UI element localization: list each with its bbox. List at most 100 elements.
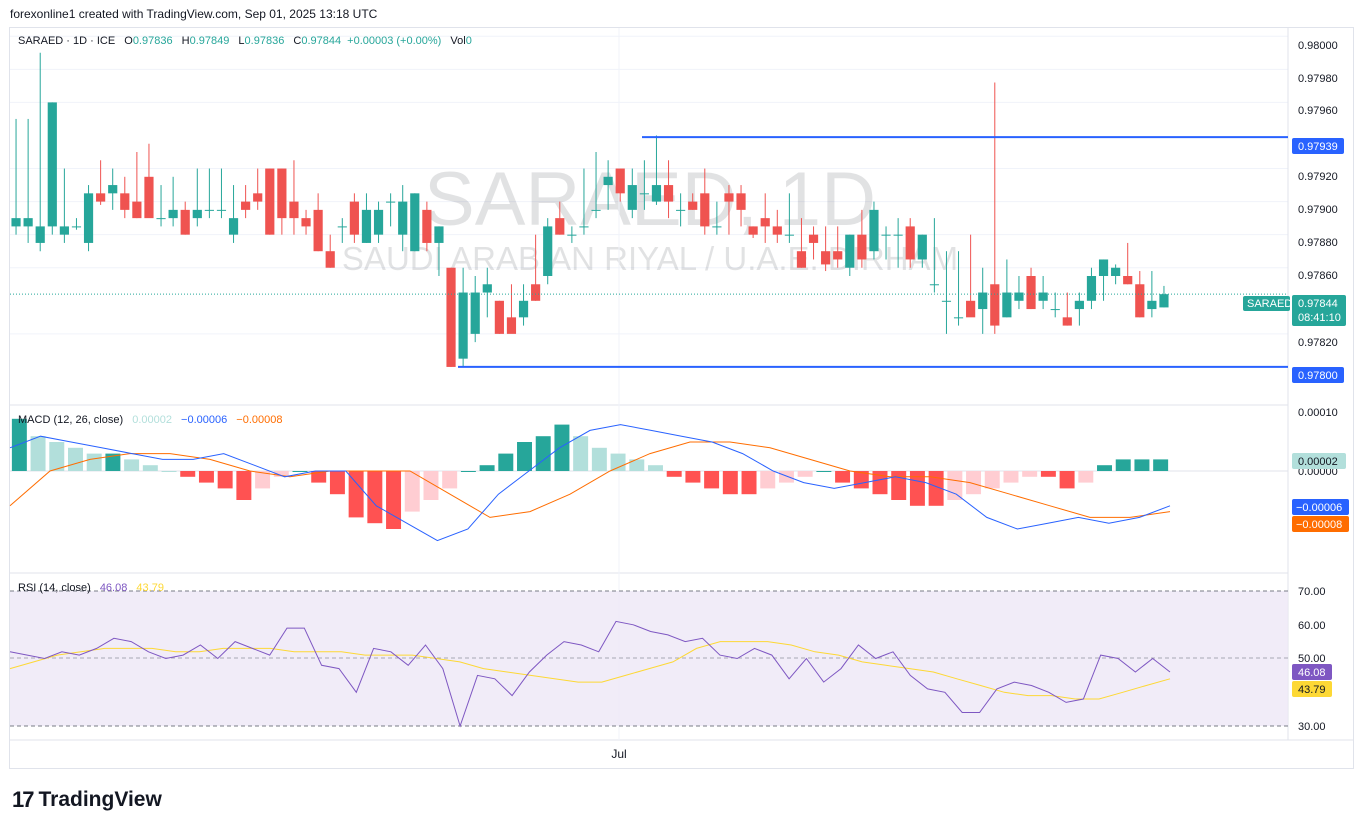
candle-body xyxy=(373,209,384,235)
macd-hist-bar xyxy=(460,471,476,472)
candle-body xyxy=(410,193,420,252)
legend-low: 0.97836 xyxy=(244,35,285,47)
candle-body xyxy=(772,226,782,235)
legend-symbol[interactable]: SARAED · 1D · ICE xyxy=(18,35,115,47)
candle-body xyxy=(760,218,770,227)
candle xyxy=(204,168,214,219)
macd-hist-bar xyxy=(835,471,851,483)
candle xyxy=(1014,276,1024,310)
candle xyxy=(132,152,142,219)
candle-body xyxy=(603,176,613,186)
macd-hist-bar xyxy=(704,471,720,489)
candle-body xyxy=(869,209,879,252)
legend-change: +0.00003 (+0.00%) xyxy=(347,35,442,47)
candle-body xyxy=(108,185,118,194)
candle-body xyxy=(893,234,903,236)
candle-body xyxy=(494,300,504,334)
candle-body xyxy=(59,226,69,235)
current-symbol: SARAED xyxy=(1247,298,1292,310)
macd-hist-bar xyxy=(535,436,551,471)
legend-open: 0.97836 xyxy=(132,35,173,47)
rsi-ma-value: 43.79 xyxy=(1298,684,1326,696)
macd-hist-bar xyxy=(909,471,925,506)
candle-body xyxy=(361,209,372,243)
main-legend[interactable]: SARAED · 1D · ICE O0.97836 H0.97849 L0.9… xyxy=(18,35,478,47)
macd-hist-bar xyxy=(404,471,420,512)
rsi-value: 46.08 xyxy=(1298,667,1326,679)
macd-hist-bar xyxy=(180,471,196,477)
macd-hist-bar xyxy=(1097,465,1112,471)
macd-hist-bar xyxy=(442,471,458,489)
countdown: 08:41:10 xyxy=(1298,312,1341,324)
candle xyxy=(506,284,517,334)
rsi-legend-ma: 43.79 xyxy=(136,582,164,594)
candle-body xyxy=(712,226,722,228)
candle xyxy=(192,168,202,227)
candle xyxy=(373,201,384,243)
candle xyxy=(1074,292,1084,326)
level-label-top: 0.97939 xyxy=(1298,141,1338,153)
watermark-symbol: SARAED, 1D xyxy=(424,157,876,242)
macd-legend-label[interactable]: MACD (12, 26, close) xyxy=(18,414,123,426)
candle-body xyxy=(1050,309,1060,311)
candle-body xyxy=(784,234,794,236)
macd-hist-bar xyxy=(610,453,626,471)
candle-body xyxy=(71,226,82,228)
candle-body xyxy=(796,251,807,268)
macd-hist-bar xyxy=(498,453,514,471)
candle-body xyxy=(120,193,130,210)
candle-body xyxy=(651,185,662,202)
candle xyxy=(361,193,372,243)
macd-hist-bar xyxy=(68,447,83,471)
candle-body xyxy=(941,300,952,302)
candle-body xyxy=(748,226,758,235)
candle xyxy=(1123,242,1133,285)
candle-body xyxy=(216,209,227,211)
candle-body xyxy=(1074,300,1084,310)
macd-hist-bar xyxy=(1059,471,1075,489)
macd-hist-bar xyxy=(236,471,252,500)
candle-body xyxy=(881,234,891,236)
current-price: 0.97844 xyxy=(1298,298,1338,310)
macd-tick: 0.00010 xyxy=(1298,407,1338,419)
macd-signal-value: −0.00008 xyxy=(1296,519,1342,531)
macd-hist-bar xyxy=(49,442,65,471)
candle-body xyxy=(736,193,746,210)
candle-body xyxy=(35,226,45,243)
candle xyxy=(83,185,94,252)
price-tick: 0.98000 xyxy=(1298,40,1338,52)
legend-low-label: L xyxy=(238,35,245,47)
candle-body xyxy=(1159,294,1169,308)
macd-hist-bar xyxy=(741,471,757,495)
candle-body xyxy=(639,193,649,195)
candle-body xyxy=(953,317,964,319)
tradingview-logo[interactable]: 17 TradingView xyxy=(12,787,162,813)
candle-body xyxy=(700,193,710,227)
candle-body xyxy=(591,209,601,211)
macd-hist-bar xyxy=(423,471,439,500)
rsi-tick: 30.00 xyxy=(1298,721,1326,733)
macd-hist-bar xyxy=(648,465,663,471)
macd-hist-bar xyxy=(11,418,27,471)
macd-hist-bar xyxy=(30,436,46,471)
macd-legend[interactable]: MACD (12, 26, close) 0.00002 −0.00006 −0… xyxy=(18,414,288,426)
candle-body xyxy=(531,284,541,301)
candle xyxy=(494,300,504,334)
candle xyxy=(241,185,251,219)
rsi-legend-label[interactable]: RSI (14, close) xyxy=(18,582,91,594)
macd-hist-bar xyxy=(947,471,963,500)
candle-body xyxy=(11,218,21,227)
candle-body xyxy=(978,292,988,310)
candle xyxy=(96,160,106,205)
rsi-legend[interactable]: RSI (14, close) 46.08 43.79 xyxy=(18,582,170,594)
candle-body xyxy=(857,234,867,260)
candle-body xyxy=(966,300,976,318)
legend-close: 0.97844 xyxy=(301,35,342,47)
rsi-legend-value: 46.08 xyxy=(99,582,128,594)
price-tick: 0.97820 xyxy=(1298,337,1338,349)
candle xyxy=(47,102,57,235)
macd-hist-bar xyxy=(479,465,495,471)
candle-body xyxy=(482,284,492,293)
legend-vol: 0 xyxy=(465,35,472,47)
candle-body xyxy=(47,102,57,227)
